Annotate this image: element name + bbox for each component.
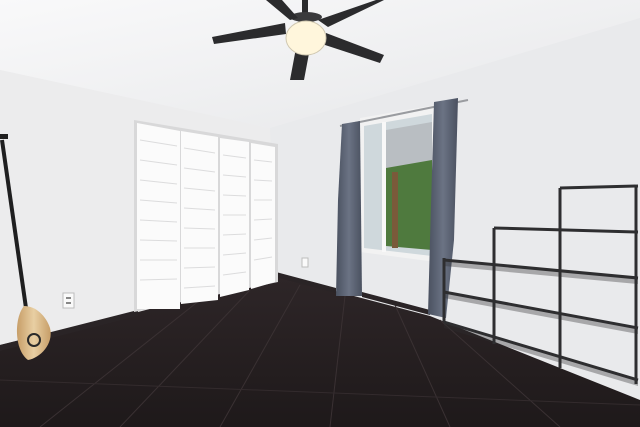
room-photo [0,0,640,427]
window [360,105,436,262]
wall-outlet [62,292,75,309]
louvered-closet-doors [134,120,278,312]
wall-outlet-right [301,257,309,268]
